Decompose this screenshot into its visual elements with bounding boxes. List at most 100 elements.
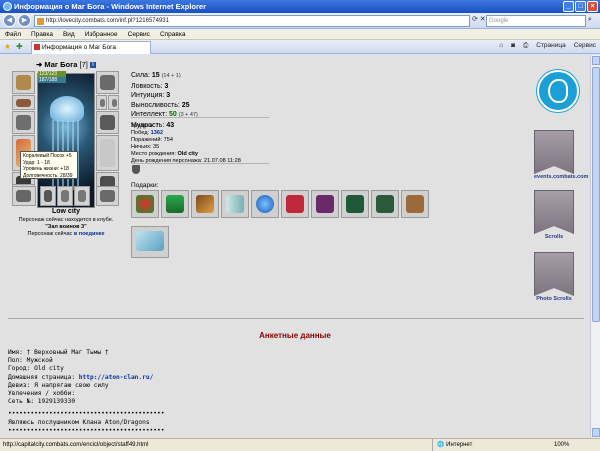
back-button[interactable]: ◀	[3, 14, 16, 27]
battle-link[interactable]: в поединке	[74, 231, 105, 237]
gift-card-green[interactable]	[341, 190, 369, 218]
avatar-jellyfish	[50, 96, 84, 122]
minimize-button[interactable]: _	[563, 1, 574, 12]
gift-tree[interactable]	[161, 190, 189, 218]
address-row: ◀ ▶ http://lovecity.combats.com/inf.pl?1…	[0, 13, 600, 29]
events-banner[interactable]: events.combats.com	[534, 130, 589, 180]
q-hobby: Увлечения / хобби:	[8, 390, 76, 398]
slot-gloves[interactable]	[96, 111, 119, 134]
slot-scroll-2[interactable]	[57, 186, 73, 206]
stat-agility: Ловкость: 3	[131, 82, 169, 90]
menu-file[interactable]: Файл	[0, 29, 26, 39]
stat-endurance: Выносливость: 25	[131, 101, 190, 109]
scroll-up-button[interactable]	[592, 56, 600, 65]
maximize-button[interactable]: □	[575, 1, 586, 12]
print-icon[interactable]: ⎙	[523, 42, 528, 50]
add-favorite-icon[interactable]: ✚	[16, 42, 23, 51]
slot-rune[interactable]	[12, 186, 36, 206]
tools-menu[interactable]: Сервис	[574, 42, 596, 50]
stats-block: Сила: 15 (14 + 1) Ловкость: 3 Интуиция: …	[131, 71, 281, 130]
events-banner-icon	[534, 130, 574, 174]
title-bar: Информация о Маг Бога - Windows Internet…	[0, 0, 600, 13]
combats-logo-icon[interactable]	[537, 70, 579, 112]
record-wins: Побед: 1362	[131, 130, 164, 136]
gift-santa-hat[interactable]	[131, 190, 159, 218]
arrow-icon: ➜	[36, 60, 43, 69]
slot-amulet[interactable]	[12, 95, 35, 110]
clan-emblem-icon[interactable]	[132, 165, 140, 174]
q-dots: ••••••••••••••••••••••••••••••••••••••••…	[8, 410, 165, 418]
record-losses: Поражений: 754	[131, 137, 174, 143]
slot-ring-1[interactable]	[96, 95, 107, 110]
menu-edit[interactable]: Правка	[26, 29, 58, 39]
window-title: Информация о Маг Бога - Windows Internet…	[14, 2, 207, 11]
page-menu[interactable]: Страница	[536, 42, 565, 50]
menu-favorites[interactable]: Избранное	[80, 29, 123, 39]
character-level: [7]	[79, 60, 88, 69]
close-button[interactable]: ×	[587, 1, 598, 12]
scroll-down-button[interactable]	[592, 428, 600, 437]
stat-intuition: Интуиция: 3	[131, 92, 171, 99]
search-input[interactable]: Google	[486, 15, 586, 27]
slot-offhand[interactable]	[96, 135, 119, 171]
search-icon[interactable]: ⌕	[588, 16, 592, 24]
ie-icon	[3, 2, 12, 11]
slot-bracers[interactable]	[12, 111, 35, 134]
slot-scroll-1[interactable]	[40, 186, 56, 206]
location-note: Персонаж сейчас находится в клубе. "Зал …	[0, 217, 132, 238]
gifts-label: Подарки:	[131, 182, 159, 189]
gift-socks[interactable]	[281, 190, 309, 218]
menu-view[interactable]: Вид	[58, 29, 80, 39]
stat-intellect: Интеллект: 50 (3 + 47)	[131, 111, 198, 118]
slot-earrings[interactable]	[96, 71, 119, 94]
divider	[131, 163, 269, 164]
gift-card-purple[interactable]	[311, 190, 339, 218]
q-dots: ••••••••••••••••••••••••••••••••••••••••…	[8, 426, 165, 434]
favorites-star-icon[interactable]: ★	[4, 42, 11, 51]
scrolls-banner-label: Scrolls	[544, 234, 564, 240]
tab-label: Информация о Маг Бога	[42, 44, 117, 51]
gift-horse[interactable]	[401, 190, 429, 218]
browser-window: Информация о Маг Бога - Windows Internet…	[0, 0, 600, 451]
feeds-icon[interactable]: ◙	[511, 42, 515, 50]
slot-boots[interactable]	[96, 186, 119, 206]
gift-ball[interactable]	[251, 190, 279, 218]
tab-current[interactable]: Информация о Маг Бога	[31, 41, 151, 54]
refresh-stop-icons[interactable]: ⟳ ✕	[472, 15, 486, 23]
character-header: ➜ Маг Бога [7] i	[36, 60, 96, 69]
address-url: http://lovecity.combats.com/inf.pl?12165…	[46, 18, 169, 24]
gift-postcard[interactable]	[131, 226, 169, 258]
tab-row: ★ ✚ Информация о Маг Бога ⌂ ◙ ⎙ Страница…	[0, 40, 600, 54]
slot-ring-2[interactable]	[108, 95, 119, 110]
status-url: http://capitalcity.combats.com/encicl/ob…	[3, 442, 149, 448]
forward-button[interactable]: ▶	[18, 14, 31, 27]
record-draws: Ничьих: 35	[131, 144, 160, 150]
battle-text: Персонаж сейчас	[27, 231, 73, 237]
menu-tools[interactable]: Сервис	[123, 29, 155, 39]
zoom-level[interactable]: 100%	[554, 439, 569, 451]
photo-scrolls-banner[interactable]: Photo Scrolls	[534, 252, 574, 302]
photo-scrolls-banner-icon	[534, 252, 574, 296]
record-level: Уровень: 7	[131, 123, 159, 129]
divider	[131, 117, 269, 118]
slot-helmet[interactable]	[12, 71, 35, 94]
home-icon[interactable]: ⌂	[499, 42, 503, 50]
slot-scroll-3[interactable]	[74, 186, 90, 206]
vertical-scrollbar[interactable]	[590, 55, 600, 438]
tab-page-icon	[34, 44, 40, 50]
homepage-link[interactable]: http://aton-clan.ru/	[79, 374, 154, 381]
events-banner-label: events.combats.com	[534, 174, 589, 180]
scrolls-banner[interactable]: Scrolls	[534, 190, 574, 240]
page-icon	[37, 18, 44, 25]
gift-club[interactable]	[191, 190, 219, 218]
gift-sword[interactable]	[221, 190, 249, 218]
gift-book[interactable]	[371, 190, 399, 218]
internet-zone: 🌐 Интернет	[432, 439, 472, 451]
status-bar: http://capitalcity.combats.com/encicl/ob…	[0, 438, 600, 451]
scroll-thumb[interactable]	[592, 67, 600, 322]
menu-help[interactable]: Справка	[155, 29, 191, 39]
stat-strength: Сила: 15 (14 + 1)	[131, 72, 181, 79]
questionnaire-title: Анкетные данные	[259, 331, 331, 340]
info-icon[interactable]: i	[89, 62, 96, 69]
address-input[interactable]: http://lovecity.combats.com/inf.pl?12165…	[34, 15, 470, 27]
